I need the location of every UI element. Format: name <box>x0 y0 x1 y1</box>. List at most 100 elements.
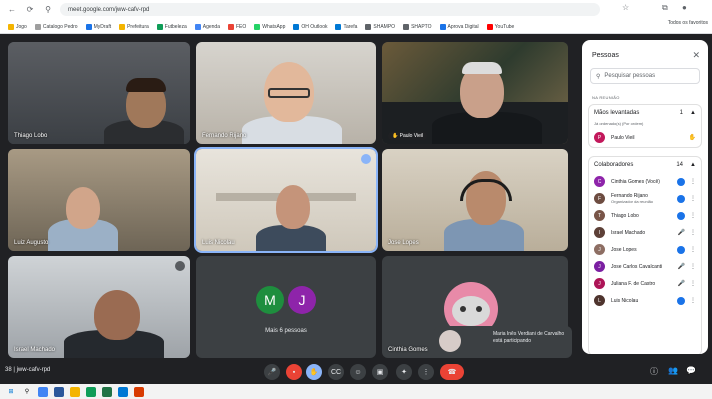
bookmark-icon <box>254 23 261 30</box>
camera-off-button[interactable]: ▪ <box>286 364 302 380</box>
video-tile[interactable]: ✋ Paulo Vieil <box>382 42 568 144</box>
more-options-button[interactable]: ⋮ <box>418 364 434 380</box>
bookmark-item[interactable]: WhatsApp <box>254 23 285 30</box>
bookmarks-bar: Jogo Catalogo Pedro MyDraft Prefeitura Futbe… <box>0 19 712 34</box>
speaking-indicator-icon <box>677 211 685 220</box>
bookmark-item[interactable]: SHAPTO <box>403 23 432 30</box>
present-button[interactable]: ▣ <box>372 364 388 380</box>
video-tile[interactable]: Israel Machado <box>8 256 190 358</box>
participant-row[interactable]: C Cinthia Gomes (Você) ⋮ <box>589 173 701 190</box>
bookmark-icon <box>8 23 14 30</box>
avatar: F <box>594 193 605 204</box>
video-tile[interactable]: Jose Lopes <box>382 149 568 251</box>
people-panel: Pessoas ✕ ⚲ Pesquisar pessoas NA REUNIÃO… <box>582 40 708 354</box>
bookmark-item[interactable]: Prefeitura <box>119 23 149 30</box>
avatar: J <box>594 244 605 255</box>
taskbar: ⊞ ⚲ <box>0 384 712 399</box>
profile-icon[interactable]: ● <box>682 3 687 12</box>
group-header[interactable]: Mãos levantadas 1 ▲ <box>589 105 701 121</box>
bookmark-item[interactable]: FEO <box>228 23 246 30</box>
chevron-up-icon[interactable]: ▲ <box>690 162 696 168</box>
address-bar[interactable]: meet.google.com/jww-cafv-rpd <box>60 3 600 16</box>
speaking-indicator-icon <box>677 194 685 203</box>
avatar: J <box>594 278 605 289</box>
raise-hand-button[interactable]: ✋ <box>306 364 322 380</box>
app-icon[interactable] <box>118 386 128 397</box>
video-tile[interactable]: Thiago Lobo <box>8 42 190 144</box>
leave-call-button[interactable]: ☎ <box>440 364 464 380</box>
video-tile-speaking[interactable]: Luis Nicolau <box>194 147 378 253</box>
participant-row[interactable]: F Fernando Rijano Organizador da reunião ⋮ <box>589 190 701 207</box>
bookmark-item[interactable]: Aprova Digital <box>439 23 479 30</box>
avatar: J <box>288 286 316 314</box>
tile-name: Luis Nicolau <box>202 240 235 246</box>
extensions-icon[interactable]: ⧉ <box>662 3 668 13</box>
star-icon[interactable]: ☆ <box>622 3 629 12</box>
bookmark-item[interactable]: MyDraft <box>85 23 111 30</box>
more-people-tile[interactable]: M J Mais 6 pessoas <box>196 256 376 358</box>
video-tile[interactable]: Luiz Augusto <box>8 149 190 251</box>
explorer-icon[interactable] <box>70 386 80 397</box>
lower-hand-icon[interactable]: ✋ <box>689 134 696 141</box>
more-options-icon[interactable]: ⋮ <box>690 297 696 304</box>
windows-start-icon[interactable]: ⊞ <box>6 387 16 397</box>
back-icon[interactable]: ← <box>6 4 18 16</box>
chevron-up-icon[interactable]: ▲ <box>690 110 696 116</box>
reload-icon[interactable]: ⟳ <box>24 4 36 16</box>
bookmark-item[interactable]: OH Outlook <box>293 23 327 30</box>
avatar: M <box>256 286 284 314</box>
chrome-icon[interactable] <box>38 386 48 397</box>
bookmark-item[interactable]: Catalogo Pedro <box>34 23 78 30</box>
more-people-label: Mais 6 pessoas <box>265 328 307 334</box>
app-icon[interactable] <box>102 386 112 397</box>
mic-muted-icon: 🎤 <box>677 264 685 270</box>
bookmark-item[interactable]: Tarefa <box>335 23 357 30</box>
captions-button[interactable]: CC <box>328 364 344 380</box>
raised-hands-group: Mãos levantadas 1 ▲ Já ordenado(s) (Por … <box>588 104 702 148</box>
bookmark-item[interactable]: Futbeleza <box>156 23 187 30</box>
chat-icon[interactable]: 💬 <box>686 366 696 375</box>
panel-title: Pessoas <box>592 52 619 59</box>
more-options-icon[interactable]: ⋮ <box>690 195 696 202</box>
excel-icon[interactable] <box>86 386 96 397</box>
tile-name: Cinthia Gomes <box>388 347 428 353</box>
info-icon[interactable]: ⓘ <box>650 366 658 377</box>
more-options-icon[interactable]: ⋮ <box>690 212 696 219</box>
participant-row[interactable]: J Juliana F. de Castro 🎤 ⋮ <box>589 275 701 292</box>
close-icon[interactable]: ✕ <box>692 50 700 61</box>
contributors-group: Colaboradores 14 ▲ C Cinthia Gomes (Você)… <box>588 156 702 354</box>
bookmark-item[interactable]: Agenda <box>194 23 220 30</box>
avatar: J <box>594 261 605 272</box>
more-options-icon[interactable]: ⋮ <box>690 229 696 236</box>
bookmark-item[interactable]: YouTube <box>486 23 514 30</box>
meeting-controls: 38 | jww-cafv-rpd 🎤 ▪ ✋ CC ☺ ▣ ✦ ⋮ ☎ ⓘ 👥… <box>0 360 712 384</box>
word-icon[interactable] <box>54 386 64 397</box>
people-icon[interactable]: 👥 <box>668 366 678 375</box>
bookmark-item[interactable]: SHAMPO <box>365 23 395 30</box>
site-info-icon[interactable]: ⚲ <box>42 4 54 16</box>
emoji-button[interactable]: ☺ <box>350 364 366 380</box>
bookmark-item[interactable]: Jogo <box>8 23 27 30</box>
group-header[interactable]: Colaboradores 14 ▲ <box>589 157 701 173</box>
bookmark-icon <box>119 23 126 30</box>
all-bookmarks[interactable]: Todos os favoritos <box>668 20 708 26</box>
effects-button[interactable]: ✦ <box>396 364 412 380</box>
mic-button[interactable]: 🎤 <box>264 364 280 380</box>
participant-row[interactable]: L Luis Nicolau ⋮ <box>589 292 701 309</box>
participant-name: Juliana F. de Castro <box>611 280 656 287</box>
search-people-input[interactable]: ⚲ Pesquisar pessoas <box>590 68 700 84</box>
participant-row[interactable]: P Paulo Vieil ✋ <box>589 129 701 146</box>
participant-row[interactable]: J Jose Carlos Cavalcanti 🎤 ⋮ <box>589 258 701 275</box>
more-options-icon[interactable]: ⋮ <box>690 246 696 253</box>
tile-name: Fernando Rijano <box>202 133 247 139</box>
app-icon[interactable] <box>134 386 144 397</box>
more-options-icon[interactable]: ⋮ <box>690 263 696 270</box>
search-icon[interactable]: ⚲ <box>22 387 32 397</box>
more-options-icon[interactable]: ⋮ <box>690 280 696 287</box>
participant-row[interactable]: T Thiago Lobo ⋮ <box>589 207 701 224</box>
video-tile[interactable]: Fernando Rijano <box>196 42 376 144</box>
participant-row[interactable]: I Israel Machado 🎤 ⋮ <box>589 224 701 241</box>
participant-row[interactable]: J Jose Lopes ⋮ <box>589 241 701 258</box>
participant-name: Jose Carlos Cavalcanti <box>611 263 663 270</box>
more-options-icon[interactable]: ⋮ <box>690 178 696 185</box>
